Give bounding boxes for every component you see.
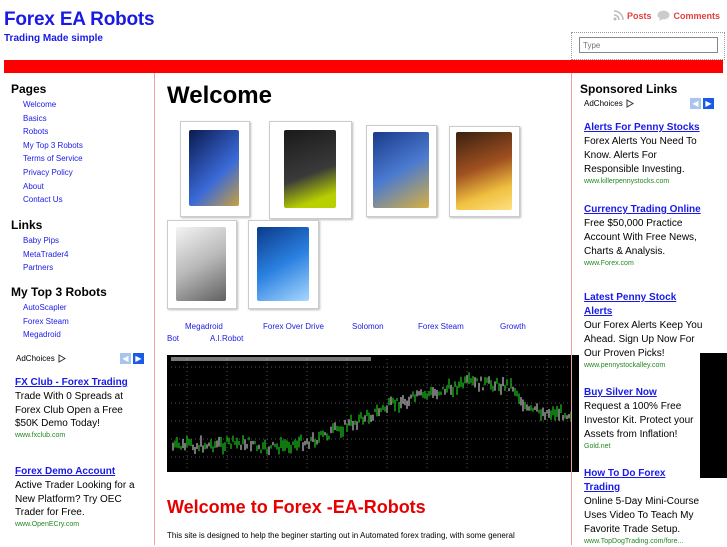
ad-url[interactable]: www.Forex.com (584, 259, 704, 269)
ad-body: Active Trader Looking for a New Platform… (15, 480, 135, 518)
product-image-ai-robot[interactable] (248, 220, 319, 309)
product-image-solomon[interactable] (366, 125, 437, 217)
adchoices-link[interactable]: AdChoices (16, 354, 66, 363)
sidebar-link-babypips[interactable]: Baby Pips (11, 234, 69, 248)
ad-url[interactable]: www.killerpennystocks.com (584, 177, 704, 187)
forex-chart-image (167, 355, 579, 472)
ad-title[interactable]: Alerts For Penny Stocks (584, 121, 704, 135)
product-image-growth-bot[interactable] (167, 220, 237, 309)
caption-bot[interactable]: Bot (167, 334, 179, 343)
sidebar-top3-megadroid[interactable]: Megadroid (11, 328, 107, 342)
ad-body: Request a 100% Free Investor Kit. Protec… (584, 401, 694, 440)
sidebar-item-contact[interactable]: Contact Us (11, 193, 83, 207)
sidebar-top3-forexsteam[interactable]: Forex Steam (11, 315, 107, 329)
links-section: Links Baby Pips MetaTrader4 Partners (11, 218, 69, 275)
sidebar-item-basics[interactable]: Basics (11, 112, 83, 126)
caption-forex-over-drive[interactable]: Forex Over Drive (263, 322, 324, 331)
sidebar-item-robots[interactable]: Robots (11, 125, 83, 139)
pages-section: Pages Welcome Basics Robots My Top 3 Rob… (11, 82, 83, 207)
links-title: Links (11, 218, 43, 232)
forex-chart-graphic (171, 357, 575, 468)
search-input[interactable] (579, 37, 718, 53)
search-box (571, 32, 725, 60)
ad-title[interactable]: Currency Trading Online (584, 203, 704, 217)
top3-section: My Top 3 Robots AutoScapler Forex Steam … (11, 285, 107, 342)
caption-growth[interactable]: Growth (500, 322, 526, 331)
ad-title[interactable]: Latest Penny Stock Alerts (584, 291, 704, 319)
ad-url[interactable]: www.OpenECry.com (15, 520, 145, 530)
site-tagline: Trading Made simple (4, 33, 103, 44)
ad-body: Our Forex Alerts Keep You Ahead. Sign Up… (584, 320, 703, 359)
sidebar-item-welcome[interactable]: Welcome (11, 98, 83, 112)
chevron-right-icon[interactable]: ▶ (703, 98, 714, 109)
caption-megadroid[interactable]: Megadroid (185, 322, 223, 331)
ad-title[interactable]: How To Do Forex Trading (584, 467, 704, 495)
caption-ai-robot[interactable]: A.I.Robot (210, 334, 243, 343)
comments-feed-link[interactable]: Comments (657, 10, 720, 21)
comments-label: Comments (673, 10, 720, 21)
right-ad-4: Buy Silver Now Request a 100% Free Inves… (584, 386, 704, 452)
left-ad-2: Forex Demo Account Active Trader Looking… (15, 465, 145, 530)
product-image-megadroid[interactable] (180, 121, 250, 217)
ad-body: Forex Alerts You Need To Know. Alerts Fo… (584, 136, 697, 175)
rss-feed-icon (613, 10, 624, 21)
sidebar-link-partners[interactable]: Partners (11, 261, 69, 275)
left-ad-1: FX Club - Forex Trading Trade With 0 Spr… (15, 376, 145, 441)
left-adchoices-bar: AdChoices ◀ ▶ (16, 353, 144, 364)
right-sidebar: Sponsored Links AdChoices ◀ ▶ Alerts For… (571, 73, 724, 545)
chevron-right-icon[interactable]: ▶ (133, 353, 144, 364)
ad-title[interactable]: FX Club - Forex Trading (15, 376, 145, 390)
right-adchoices-bar: AdChoices ◀ ▶ (584, 98, 714, 109)
adchoices-icon (58, 354, 66, 363)
caption-solomon[interactable]: Solomon (352, 322, 384, 331)
chevron-left-icon[interactable]: ◀ (690, 98, 701, 109)
adchoices-link[interactable]: AdChoices (584, 99, 634, 108)
ad-body: Free $50,000 Practice Account With Free … (584, 218, 697, 257)
adchoices-icon (626, 99, 634, 108)
product-image-forex-steam[interactable] (449, 126, 520, 217)
right-ad-3: Latest Penny Stock Alerts Our Forex Aler… (584, 291, 704, 371)
product-image-forex-over-drive[interactable] (269, 121, 352, 219)
right-ad-5: How To Do Forex Trading Online 5-Day Min… (584, 467, 704, 547)
ad-url[interactable]: www.TopDogTrading.com/fore... (584, 537, 704, 547)
site-title[interactable]: Forex EA Robots (4, 9, 155, 31)
posts-feed-link[interactable]: Posts (613, 10, 652, 21)
sidebar-item-top3[interactable]: My Top 3 Robots (11, 139, 83, 153)
caption-forex-steam[interactable]: Forex Steam (418, 322, 464, 331)
page-title: Welcome (167, 82, 272, 109)
ad-url[interactable]: www.fxclub.com (15, 431, 145, 441)
feed-links: Posts Comments (613, 10, 720, 21)
ad-title[interactable]: Forex Demo Account (15, 465, 145, 479)
adchoices-label: AdChoices (16, 354, 55, 363)
right-ad-2: Currency Trading Online Free $50,000 Pra… (584, 203, 704, 269)
chevron-left-icon[interactable]: ◀ (120, 353, 131, 364)
posts-label: Posts (626, 10, 652, 21)
sidebar-top3-autoscapler[interactable]: AutoScapler (11, 301, 107, 315)
sidebar-item-privacy[interactable]: Privacy Policy (11, 166, 83, 180)
welcome-heading: Welcome to Forex -EA-Robots (167, 497, 426, 517)
sidebar-item-terms[interactable]: Terms of Service (11, 152, 83, 166)
ad-body: Online 5-Day Mini-Course Uses Video To T… (584, 496, 700, 535)
ad-title[interactable]: Buy Silver Now (584, 386, 704, 400)
red-nav-bar (4, 60, 723, 73)
comment-bubble-icon (657, 10, 670, 21)
adchoices-label: AdChoices (584, 99, 623, 108)
intro-text: This site is designed to help the begine… (167, 531, 515, 540)
top3-title: My Top 3 Robots (11, 285, 107, 299)
right-ad-1: Alerts For Penny Stocks Forex Alerts You… (584, 121, 704, 187)
sponsored-links-title: Sponsored Links (580, 82, 678, 96)
sidebar-link-metatrader4[interactable]: MetaTrader4 (11, 248, 69, 262)
pages-title: Pages (11, 82, 47, 96)
sidebar-item-about[interactable]: About (11, 180, 83, 194)
left-sidebar: Pages Welcome Basics Robots My Top 3 Rob… (4, 73, 155, 545)
ad-url[interactable]: Gold.net (584, 442, 704, 452)
ad-body: Trade With 0 Spreads at Forex Club Open … (15, 391, 124, 429)
ad-url[interactable]: www.pennystockalley.com (584, 361, 704, 371)
